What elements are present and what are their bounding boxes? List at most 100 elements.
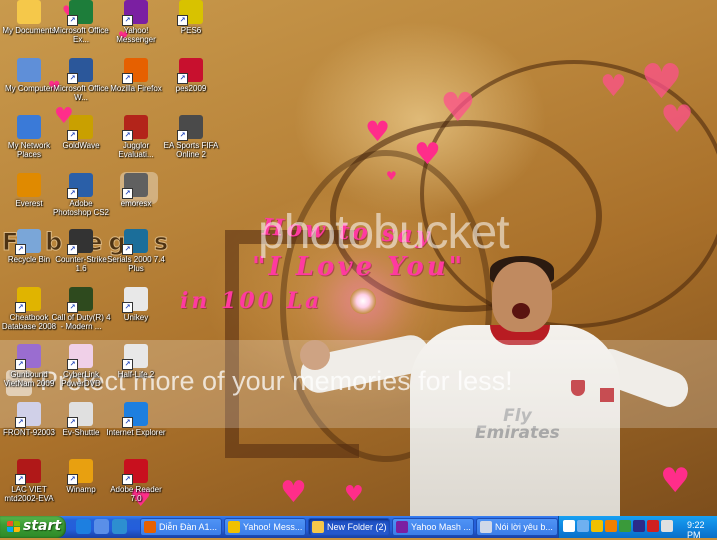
system-tray: 9:22 PM — [558, 516, 717, 540]
watermark-logo: photobucket — [258, 206, 510, 259]
desktop-icon-label: Adobe Photoshop CS2 — [52, 199, 110, 217]
desktop-icon[interactable]: ↗ emoresx — [105, 173, 167, 208]
desktop-icon[interactable]: ↗ Jugglor Evaluati... — [105, 115, 167, 159]
shortcut-arrow-icon: ↗ — [122, 417, 133, 428]
internet-explorer-icon: ↗ — [122, 402, 148, 428]
pes2009-icon: ↗ — [177, 58, 203, 84]
desktop-icon[interactable]: ↗ Half-Life 2 — [105, 344, 167, 379]
smiley-icon[interactable] — [591, 520, 603, 532]
windows-logo-icon — [7, 521, 20, 533]
unikey-icon: ↗ — [122, 287, 148, 313]
taskbar: start Diễn Đàn A1... Yahoo! Mess... New Fo… — [0, 516, 717, 540]
shortcut-arrow-icon: ↗ — [15, 474, 26, 485]
heart-icon: ♥ — [414, 137, 441, 172]
desktop-icon[interactable]: ↗ Call of Duty(R) 4 - Modern ... — [50, 287, 112, 331]
arrow-left-icon[interactable] — [563, 520, 575, 532]
desktop-icon[interactable]: ↗ CyberLink PowerDVD — [50, 344, 112, 388]
firefox-icon — [144, 521, 156, 533]
light-flare — [350, 288, 376, 314]
taskbar-button[interactable]: Yahoo! Mess... — [224, 518, 306, 536]
heart-icon: ♥ — [600, 69, 627, 104]
volume-icon[interactable] — [661, 520, 673, 532]
shortcut-arrow-icon: ↗ — [67, 188, 78, 199]
desktop-icon[interactable]: ↗ Internet Explorer — [105, 402, 167, 437]
heart-icon: ♥ — [660, 97, 695, 141]
internet-explorer-icon[interactable] — [76, 519, 91, 534]
recycle-bin-icon: ↗ — [15, 229, 41, 255]
desktop-icon[interactable]: ↗ PES6 — [160, 0, 222, 35]
taskbar-button[interactable]: Diễn Đàn A1... — [140, 518, 222, 536]
powerdvd-icon: ↗ — [67, 344, 93, 370]
network-icon — [17, 115, 41, 139]
word-icon: ↗ — [67, 58, 93, 84]
shortcut-arrow-icon: ↗ — [67, 359, 78, 370]
desktop-icon-label: Unikey — [123, 313, 149, 322]
heart-icon: ♥ — [386, 169, 397, 183]
shortcut-arrow-icon: ↗ — [122, 130, 133, 141]
desktop-icon[interactable]: ↗ Microsoft Office W... — [50, 58, 112, 102]
desktop-icon[interactable]: ↗ pes2009 — [160, 58, 222, 93]
font-file-icon: ↗ — [15, 402, 41, 428]
heart-icon: ♥ — [344, 482, 364, 507]
desktop-icon[interactable]: ↗ Ev-Shuttle — [50, 402, 112, 437]
desktop-icon[interactable]: ↗ Microsoft Office Ex... — [50, 0, 112, 44]
player-mouth — [512, 303, 530, 319]
media-icon[interactable] — [633, 520, 645, 532]
start-button[interactable]: start — [0, 516, 66, 538]
computer-icon — [17, 58, 41, 82]
fifa-icon: ↗ — [177, 115, 203, 141]
desktop-icon[interactable]: ↗ Yahoo! Messenger — [105, 0, 167, 44]
shortcut-arrow-icon: ↗ — [15, 244, 26, 255]
network-tray-icon[interactable] — [619, 520, 631, 532]
windows-media-player-icon[interactable] — [112, 519, 127, 534]
shortcut-arrow-icon: ↗ — [122, 302, 133, 313]
desktop-icon-label: Serials 2000 7.4 Plus — [107, 255, 165, 273]
desktop-icon-label: Counter-Strike 1.6 — [55, 255, 107, 273]
taskbar-button-label: Nói lời yêu b... — [495, 522, 553, 532]
shortcut-arrow-icon: ↗ — [122, 474, 133, 485]
gunbound-icon: ↗ — [15, 344, 41, 370]
desktop-icon-label: PES6 — [180, 26, 202, 35]
emoticon-icon[interactable] — [605, 520, 617, 532]
desktop-icon-label: Jugglor Evaluati... — [118, 141, 154, 159]
yahoo-messenger-icon — [228, 521, 240, 533]
desktop-icon-label: Winamp — [66, 485, 96, 494]
half-life-icon: ↗ — [122, 344, 148, 370]
wallpaper-title-line3: in 100 La — [180, 288, 323, 314]
security-icon[interactable] — [647, 520, 659, 532]
show-desktop-icon[interactable] — [94, 519, 109, 534]
yahoo-mash-icon — [396, 521, 408, 533]
desktop-icon[interactable]: ↗ Counter-Strike 1.6 — [50, 229, 112, 273]
shortcut-arrow-icon: ↗ — [15, 359, 26, 370]
desktop-icon-label: GoldWave — [62, 141, 100, 150]
everest-icon — [17, 173, 41, 197]
desktop-icon[interactable]: ↗ Adobe Photoshop CS2 — [50, 173, 112, 217]
desktop-icon-label: Microsoft Office Ex... — [53, 26, 109, 44]
taskbar-button[interactable]: Nói lời yêu b... — [476, 518, 558, 536]
desktop-icon[interactable]: ↗ Winamp — [50, 459, 112, 494]
desktop-icon[interactable]: ↗ Serials 2000 7.4 Plus — [105, 229, 167, 273]
desktop-icon[interactable]: ↗ Mozilla Firefox — [105, 58, 167, 93]
taskbar-button[interactable]: Yahoo Mash ... — [392, 518, 474, 536]
shortcut-arrow-icon: ↗ — [177, 73, 188, 84]
emoresx-icon: ↗ — [122, 173, 148, 199]
desktop-icon[interactable]: ↗ GoldWave — [50, 115, 112, 150]
window-icon — [480, 521, 492, 533]
taskbar-button[interactable]: New Folder (2) — [308, 518, 390, 536]
desktop-icon-label: Mozilla Firefox — [110, 84, 162, 93]
cheatbook-icon: ↗ — [15, 287, 41, 313]
desktop-icon[interactable]: ↗ EA Sports FIFA Online 2 — [160, 115, 222, 159]
desktop-icon[interactable]: ↗ Adobe Reader 7.0 — [105, 459, 167, 503]
shortcut-arrow-icon: ↗ — [67, 302, 78, 313]
shortcut-arrow-icon: ↗ — [177, 130, 188, 141]
shortcut-arrow-icon: ↗ — [15, 417, 26, 428]
lacviet-icon: ↗ — [15, 459, 41, 485]
desktop-icon[interactable]: ↗ Unikey — [105, 287, 167, 322]
jugglor-icon: ↗ — [122, 115, 148, 141]
chat-icon[interactable] — [577, 520, 589, 532]
shortcut-arrow-icon: ↗ — [122, 359, 133, 370]
serials-icon: ↗ — [122, 229, 148, 255]
clock[interactable]: 9:22 PM — [687, 520, 717, 540]
shortcut-arrow-icon: ↗ — [122, 15, 133, 26]
shortcut-arrow-icon: ↗ — [67, 417, 78, 428]
